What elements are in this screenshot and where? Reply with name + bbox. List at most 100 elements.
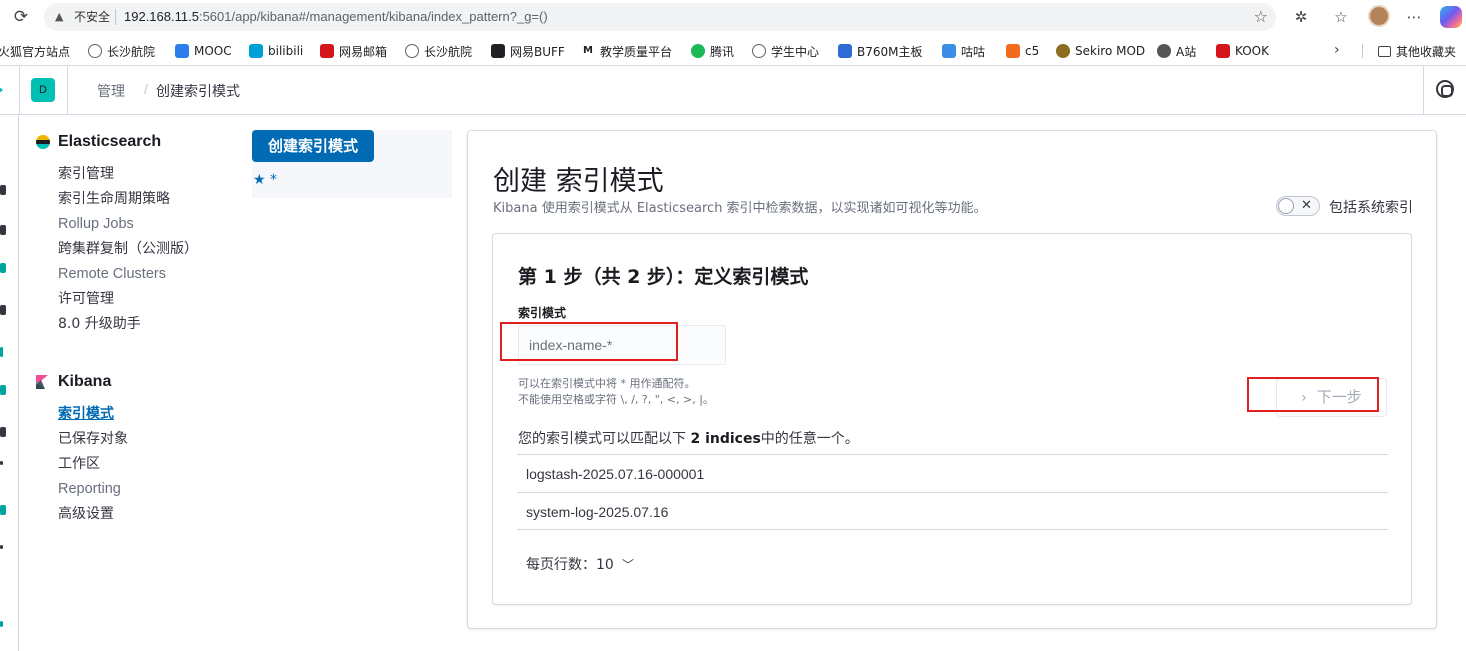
- step-1-box: 第 1 步（共 2 步）：定义索引模式 索引模式 可以在索引模式中将 * 用作通…: [492, 233, 1412, 605]
- ml-icon[interactable]: [0, 385, 6, 395]
- logs-icon[interactable]: [0, 461, 3, 465]
- insecure-label[interactable]: 不安全: [74, 9, 110, 25]
- maps-icon[interactable]: [0, 347, 3, 357]
- discover-icon[interactable]: [0, 185, 6, 195]
- default-pattern-label: *: [270, 172, 278, 188]
- bookmark-label: MOOC: [194, 44, 232, 58]
- bookmark-item[interactable]: 网易邮箱: [320, 42, 387, 60]
- bookmark-item[interactable]: M 教学质量平台: [581, 42, 672, 60]
- copilot-icon[interactable]: [1440, 6, 1462, 28]
- canvas-icon[interactable]: [0, 305, 6, 315]
- address-bar[interactable]: ▲ 不安全 192.168.11.5:5601/app/kibana#/mana…: [44, 3, 1276, 31]
- sidebar-item-index-management[interactable]: 索引管理: [58, 162, 236, 187]
- breadcrumb-management[interactable]: 管理: [97, 81, 125, 101]
- kibana-nav-list: 索引模式 已保存对象 工作区 Reporting 高级设置: [58, 402, 236, 527]
- sidebar-item-rollup-jobs[interactable]: Rollup Jobs: [58, 212, 236, 237]
- bookmark-item[interactable]: 长沙航院: [88, 42, 155, 60]
- url-text[interactable]: 192.168.11.5:5601/app/kibana#/management…: [124, 8, 548, 26]
- header-divider: [19, 66, 20, 114]
- sidebar-item-remote-clusters[interactable]: Remote Clusters: [58, 262, 236, 287]
- sidebar-item-reporting[interactable]: Reporting: [58, 477, 236, 502]
- bookmark-label: 长沙航院: [424, 44, 473, 59]
- toggle-label[interactable]: 包括系统索引: [1329, 197, 1413, 217]
- section-kibana: Kibana: [36, 370, 236, 394]
- index-pattern-input[interactable]: [518, 325, 726, 365]
- folder-icon: [1378, 45, 1391, 57]
- toggle-knob: [1278, 198, 1294, 214]
- sidebar-item-index-patterns[interactable]: 索引模式: [58, 402, 236, 427]
- sidebar-item-spaces[interactable]: 工作区: [58, 452, 236, 477]
- create-index-pattern-button[interactable]: 创建索引模式: [252, 130, 374, 162]
- elasticsearch-logo-icon: [36, 135, 50, 149]
- visualize-icon[interactable]: [0, 225, 6, 235]
- bookmark-star-icon[interactable]: ☆: [1254, 7, 1268, 26]
- help-icon[interactable]: [1436, 80, 1454, 98]
- sidebar-item-ccr[interactable]: 跨集群复制（公测版）: [58, 237, 236, 262]
- bookmark-item[interactable]: 学生中心: [752, 42, 819, 60]
- sidebar-item-advanced-settings[interactable]: 高级设置: [58, 502, 236, 527]
- more-menu-icon[interactable]: ⋯: [1403, 6, 1425, 28]
- bookmark-label: B760M主板: [857, 44, 923, 59]
- bookmark-label: 学生中心: [771, 44, 820, 59]
- bookmark-item[interactable]: Sekiro MOD: [1056, 42, 1145, 60]
- uptime-icon[interactable]: [0, 545, 3, 549]
- bookmark-label: 火狐官方站点: [0, 44, 71, 59]
- management-icon[interactable]: [0, 621, 3, 627]
- match-suffix: 中的任意一个。: [760, 431, 859, 447]
- globe-icon: [405, 44, 419, 58]
- favorites-icon[interactable]: ☆: [1330, 6, 1352, 28]
- rows-per-page-value: 10: [596, 557, 614, 573]
- sidebar-item-ilm[interactable]: 索引生命周期策略: [58, 187, 236, 212]
- bookmark-item[interactable]: 长沙航院: [405, 42, 472, 60]
- bookmark-label: 网易邮箱: [339, 44, 388, 59]
- bookmark-item[interactable]: 网易BUFF: [491, 42, 565, 60]
- next-step-button[interactable]: › 下一步: [1276, 378, 1387, 417]
- nav-rail: [0, 115, 19, 651]
- match-prefix: 您的索引模式可以匹配以下: [518, 431, 691, 447]
- sidebar-item-saved-objects[interactable]: 已保存对象: [58, 427, 236, 452]
- infra-icon[interactable]: [0, 427, 6, 437]
- profile-avatar[interactable]: [1368, 5, 1390, 27]
- other-bookmarks[interactable]: 其他收藏夹: [1378, 42, 1456, 60]
- buff-icon: [491, 44, 505, 58]
- breadcrumb-current: 创建索引模式: [156, 84, 240, 100]
- bookmark-item[interactable]: bilibili: [249, 42, 303, 60]
- bookmark-item[interactable]: MOOC: [175, 42, 232, 60]
- bookmark-item[interactable]: 火狐官方站点: [0, 42, 70, 60]
- apm-icon[interactable]: [0, 505, 6, 515]
- bookmark-item[interactable]: A站: [1157, 42, 1196, 60]
- close-icon: ✕: [1301, 198, 1312, 213]
- warning-icon[interactable]: ▲: [55, 9, 63, 25]
- bookmark-item[interactable]: 咕咕: [942, 42, 985, 60]
- kook-icon: [1216, 44, 1230, 58]
- other-bookmarks-label: 其他收藏夹: [1396, 44, 1457, 59]
- section-title: Elasticsearch: [58, 133, 162, 150]
- bookmark-label: 教学质量平台: [600, 44, 673, 59]
- sidebar-item-upgrade-assistant[interactable]: 8.0 升级助手: [58, 312, 236, 337]
- page-title: 创建 索引模式: [493, 166, 664, 197]
- space-avatar[interactable]: D: [31, 78, 55, 102]
- help-line: 不能使用空格或字符 \, /, ?, ", <, >, |。: [518, 393, 714, 406]
- kibana-logo-icon[interactable]: [0, 80, 3, 100]
- page-subtitle: Kibana 使用索引模式从 Elasticsearch 索引中检索数据，以实现…: [493, 201, 987, 216]
- next-step-label: 下一步: [1316, 388, 1362, 406]
- sidebar-item-license[interactable]: 许可管理: [58, 287, 236, 312]
- bookmark-item[interactable]: c5: [1006, 42, 1039, 60]
- netease-mail-icon: [320, 44, 334, 58]
- bilibili-icon: [249, 44, 263, 58]
- bookmark-item[interactable]: 腾讯: [691, 42, 734, 60]
- default-pattern-item[interactable]: ★ *: [253, 172, 277, 188]
- elasticsearch-nav-list: 索引管理 索引生命周期策略 Rollup Jobs 跨集群复制（公测版） Rem…: [58, 162, 236, 337]
- reload-icon[interactable]: ⟳: [10, 6, 32, 28]
- bookmark-label: A站: [1176, 44, 1197, 59]
- dashboard-icon[interactable]: [0, 263, 6, 273]
- rows-per-page-selector[interactable]: 每页行数：10 ﹀: [526, 554, 634, 574]
- star-icon: ★: [253, 172, 266, 188]
- include-system-indices-toggle[interactable]: ✕: [1276, 196, 1320, 216]
- bookmark-label: 网易BUFF: [510, 44, 565, 59]
- bookmark-item[interactable]: B760M主板: [838, 42, 923, 60]
- bookmark-item[interactable]: KOOK: [1216, 42, 1269, 60]
- chevron-right-icon[interactable]: ›: [1334, 42, 1340, 58]
- extensions-icon[interactable]: ✲: [1290, 6, 1312, 28]
- globe-icon: [752, 44, 766, 58]
